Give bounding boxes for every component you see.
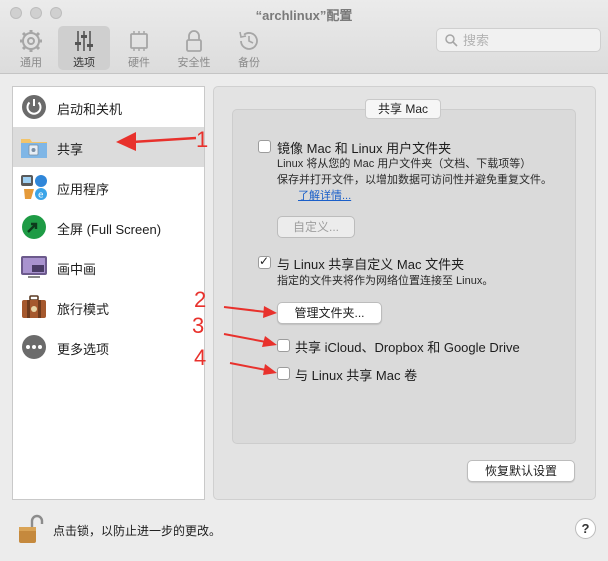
svg-text:e: e <box>38 191 44 201</box>
tab-hardware[interactable]: 硬件 <box>113 26 165 70</box>
sidebar-item-label: 旅行模式 <box>57 302 110 317</box>
window-title: “archlinux”配置 <box>255 8 353 23</box>
restore-defaults-button[interactable]: 恢复默认设置 <box>467 460 575 482</box>
sidebar-item-travel-mode[interactable]: 旅行模式 <box>13 287 204 327</box>
sidebar-item-picture-in-picture[interactable]: 画中画 <box>13 247 204 287</box>
sidebar-item-label: 启动和关机 <box>57 102 123 117</box>
share-volumes-checkbox[interactable] <box>277 367 290 380</box>
tab-backup-label: 备份 <box>238 57 260 69</box>
tab-options-label: 选项 <box>73 57 95 69</box>
mirror-folders-label: 镜像 Mac 和 Linux 用户文件夹 <box>277 141 452 156</box>
tab-security-label: 安全性 <box>177 57 211 69</box>
clock-backup-icon <box>239 31 258 50</box>
share-mac-group-title: 共享 Mac <box>365 99 441 119</box>
preferences-window: “archlinux”配置 通用 选项 硬件 安全性 备份 搜索 启动和关机 共… <box>0 0 608 561</box>
picture-in-picture-icon <box>21 256 47 278</box>
mirror-folders-desc-1: Linux 将从您的 Mac 用户文件夹（文档、下载项等） <box>277 158 532 170</box>
mirror-folders-checkbox[interactable] <box>258 140 271 153</box>
tab-security[interactable]: 安全性 <box>168 26 220 70</box>
sidebar-item-label: 共享 <box>57 142 84 157</box>
more-options-icon <box>22 335 46 359</box>
annotation-number: 2 <box>194 287 207 312</box>
share-custom-folders-checkbox[interactable] <box>258 254 271 269</box>
lock-icon <box>186 30 202 52</box>
tab-general-label: 通用 <box>20 57 42 69</box>
tab-hardware-label: 硬件 <box>128 57 150 69</box>
share-cloud-checkbox[interactable] <box>277 339 290 352</box>
share-volumes-label: 与 Linux 共享 Mac 卷 <box>295 368 418 383</box>
sidebar-item-label: 应用程序 <box>57 182 110 197</box>
tab-options[interactable]: 选项 <box>58 26 110 70</box>
mirror-folders-desc-2: 保存并打开文件，以增加数据可访问性并避免重复文件。 <box>277 174 552 186</box>
chip-icon <box>130 31 148 51</box>
gear-icon <box>20 30 42 52</box>
sidebar-item-applications[interactable]: e 应用程序 <box>13 167 204 207</box>
annotation-number: 3 <box>192 313 205 338</box>
sidebar-item-startup-shutdown[interactable]: 启动和关机 <box>13 87 204 127</box>
fullscreen-icon <box>22 215 46 239</box>
shared-folder-icon <box>21 139 47 158</box>
suitcase-icon <box>22 295 46 318</box>
sliders-icon <box>75 31 93 51</box>
annotation-number: 4 <box>194 345 207 370</box>
share-custom-folders-desc: 指定的文件夹将作为网络位置连接至 Linux。 <box>277 275 494 287</box>
share-custom-folders-label: 与 Linux 共享自定义 Mac 文件夹 <box>277 257 465 272</box>
sidebar-item-label: 画中画 <box>57 262 97 277</box>
titlebar: “archlinux”配置 通用 选项 硬件 安全性 备份 搜索 <box>0 0 608 74</box>
lock-status-text: 点击锁，以防止进一步的更改。 <box>53 524 222 538</box>
sidebar-item-label: 更多选项 <box>57 342 110 357</box>
annotation-arrow-icon <box>229 362 277 375</box>
search-field[interactable] <box>436 28 601 52</box>
search-input[interactable] <box>463 32 593 48</box>
annotation-arrow-icon <box>116 132 197 151</box>
share-cloud-label: 共享 iCloud、Dropbox 和 Google Drive <box>295 340 520 355</box>
help-button[interactable]: ? <box>575 518 596 539</box>
sidebar-item-more-options[interactable]: 更多选项 <box>13 327 204 367</box>
learn-more-link[interactable]: 了解详情... <box>298 188 351 204</box>
customize-button[interactable]: 自定义... <box>277 216 355 238</box>
tab-backup[interactable]: 备份 <box>223 26 275 70</box>
power-icon <box>22 95 46 119</box>
applications-icon: e <box>21 175 47 201</box>
search-icon <box>445 34 458 47</box>
annotation-arrow-icon <box>223 306 277 318</box>
manage-folders-button[interactable]: 管理文件夹... <box>277 302 382 324</box>
annotation-arrow-icon <box>223 333 277 347</box>
unlocked-padlock-icon[interactable] <box>18 513 44 545</box>
sidebar-item-fullscreen[interactable]: 全屏 (Full Screen) <box>13 207 204 247</box>
sidebar-item-label: 全屏 (Full Screen) <box>57 222 162 237</box>
tab-general[interactable]: 通用 <box>5 26 57 70</box>
